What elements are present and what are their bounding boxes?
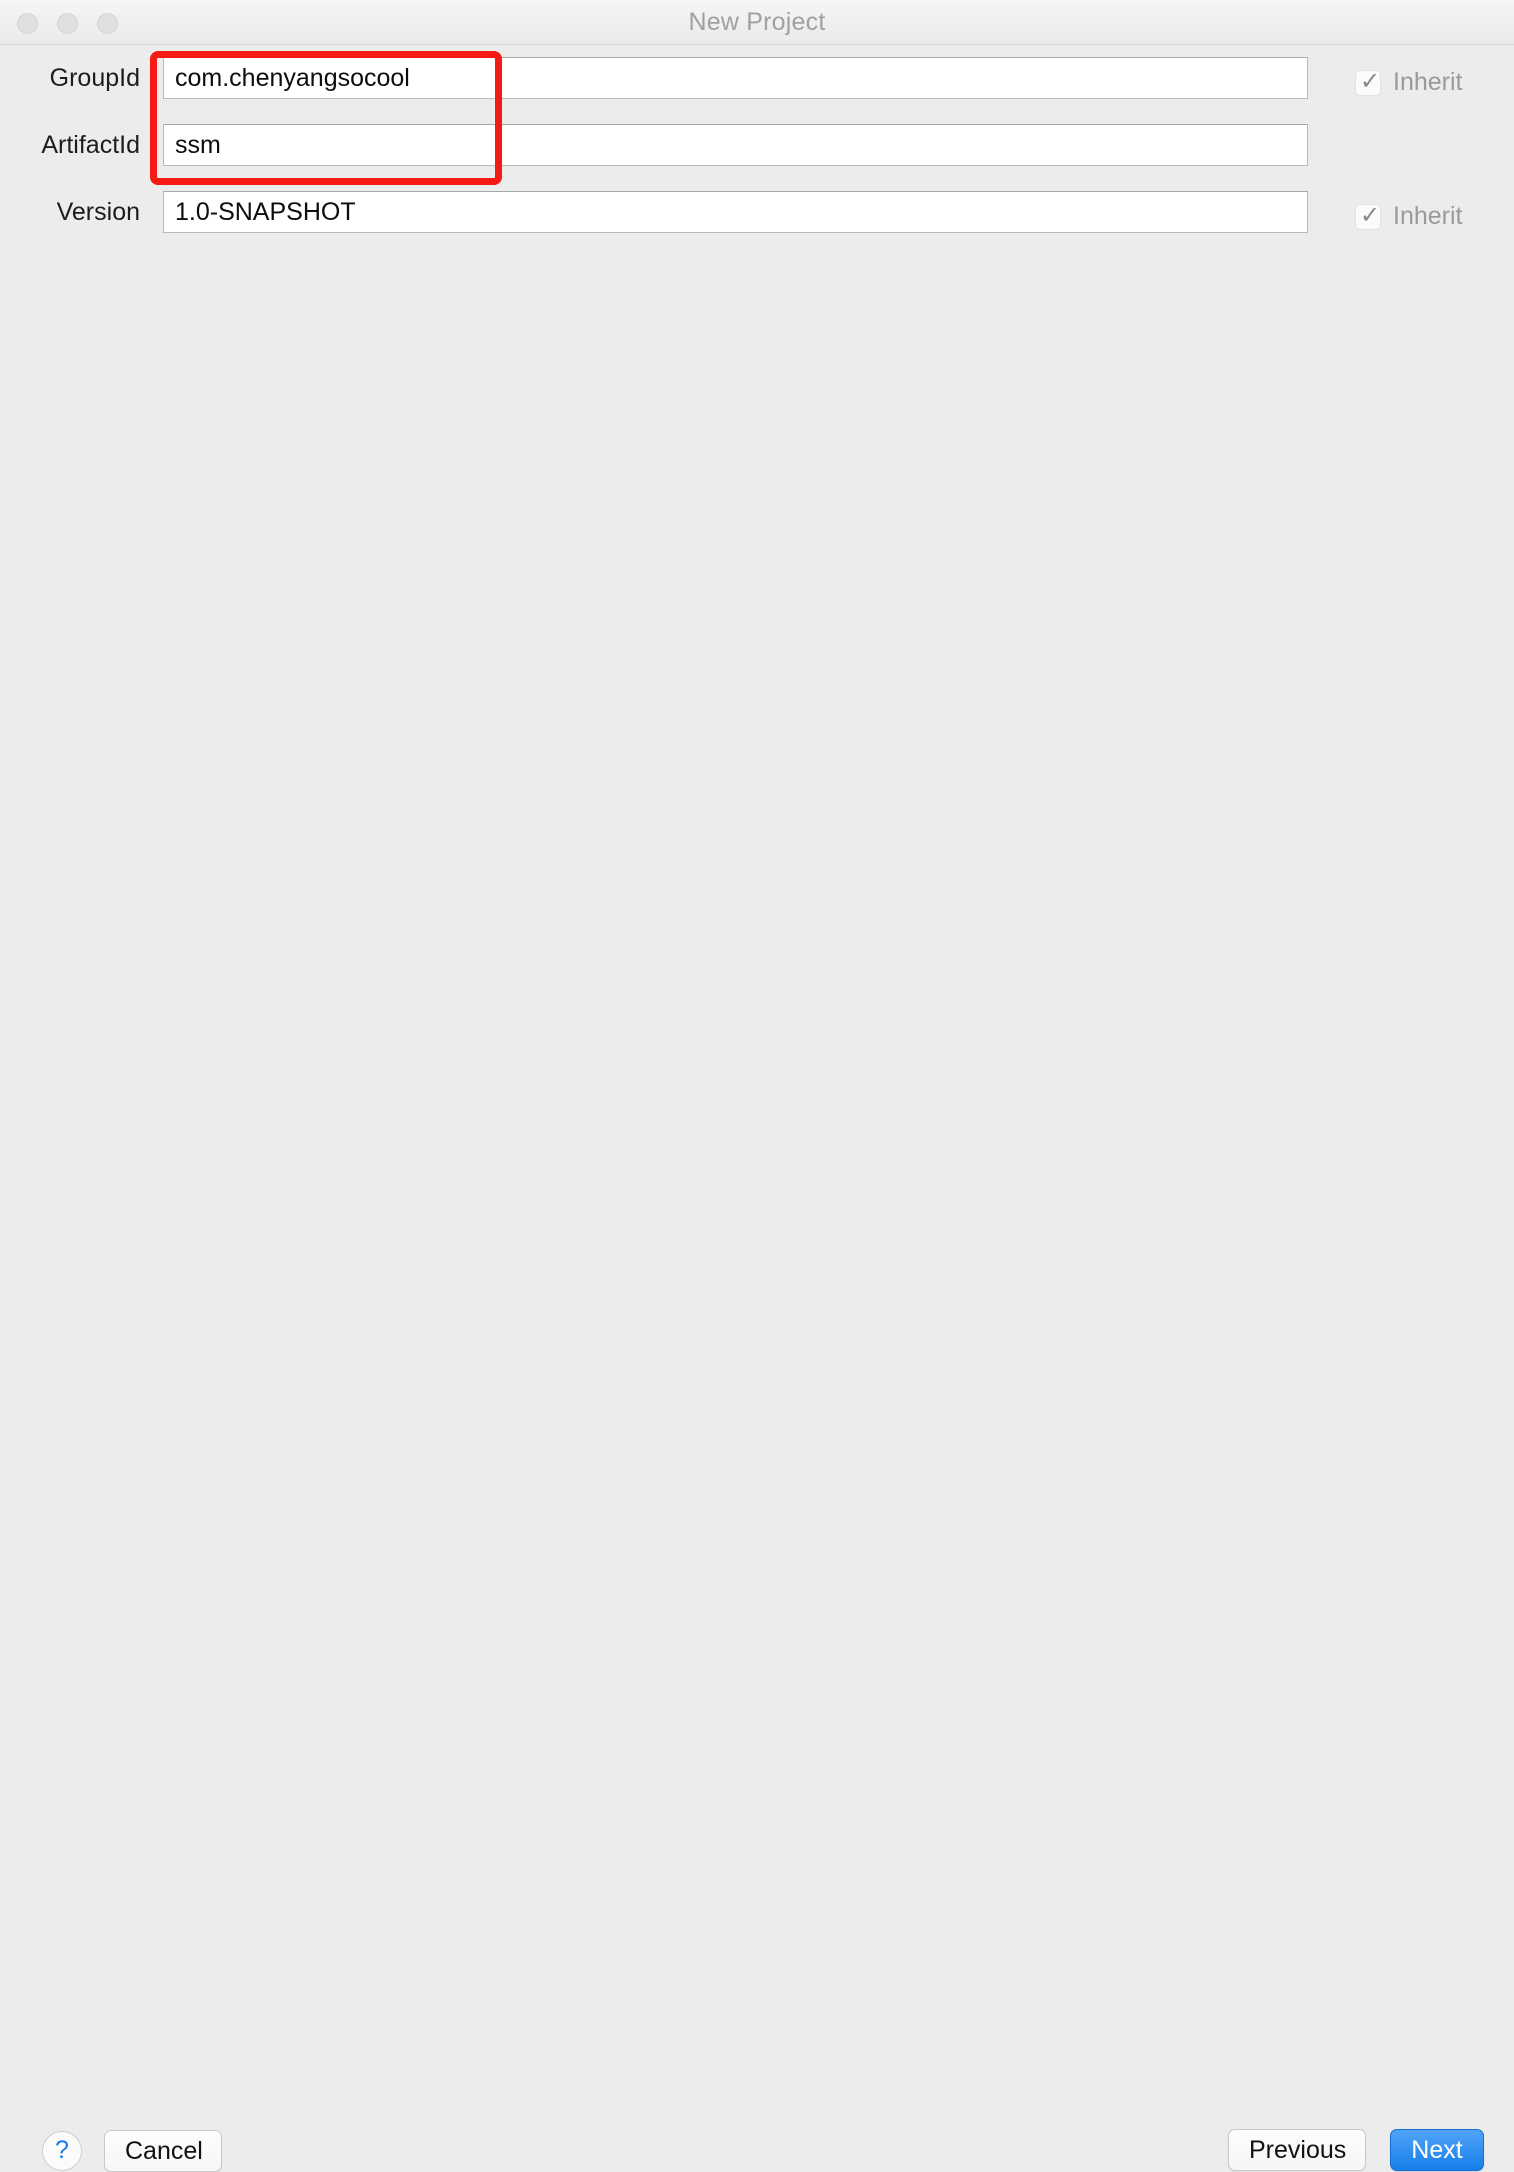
help-icon[interactable]: ? xyxy=(42,2131,82,2171)
window-title: New Project xyxy=(688,8,826,36)
groupid-label: GroupId xyxy=(49,64,140,92)
artifactid-input[interactable] xyxy=(163,124,1308,166)
new-project-dialog: New Project GroupId ✓ Inherit ArtifactId… xyxy=(0,0,1514,2172)
groupid-inherit-label: Inherit xyxy=(1393,68,1463,96)
cancel-button[interactable]: Cancel xyxy=(104,2130,222,2172)
checkmark-icon: ✓ xyxy=(1360,67,1381,95)
dialog-footer: ? Cancel Previous Next xyxy=(0,1052,1514,2172)
window-titlebar: New Project xyxy=(0,0,1514,45)
previous-button[interactable]: Previous xyxy=(1228,2129,1366,2171)
version-label: Version xyxy=(56,198,140,226)
version-inherit-checkbox[interactable]: ✓ xyxy=(1355,201,1381,230)
maven-coordinates-form: GroupId ✓ Inherit ArtifactId Version ✓ I… xyxy=(0,45,1514,246)
version-inherit-group[interactable]: ✓ Inherit xyxy=(1355,202,1462,231)
form-row-version: Version ✓ Inherit xyxy=(0,179,1514,246)
artifactid-label: ArtifactId xyxy=(41,131,140,159)
form-row-groupid: GroupId ✓ Inherit xyxy=(0,45,1514,112)
groupid-inherit-group[interactable]: ✓ Inherit xyxy=(1355,68,1462,97)
next-button[interactable]: Next xyxy=(1390,2129,1484,2171)
checkmark-icon: ✓ xyxy=(1360,201,1381,229)
groupid-inherit-checkbox[interactable]: ✓ xyxy=(1355,67,1381,96)
groupid-input[interactable] xyxy=(163,57,1308,99)
version-input[interactable] xyxy=(163,191,1308,233)
version-inherit-label: Inherit xyxy=(1393,202,1463,230)
form-row-artifactid: ArtifactId xyxy=(0,112,1514,179)
